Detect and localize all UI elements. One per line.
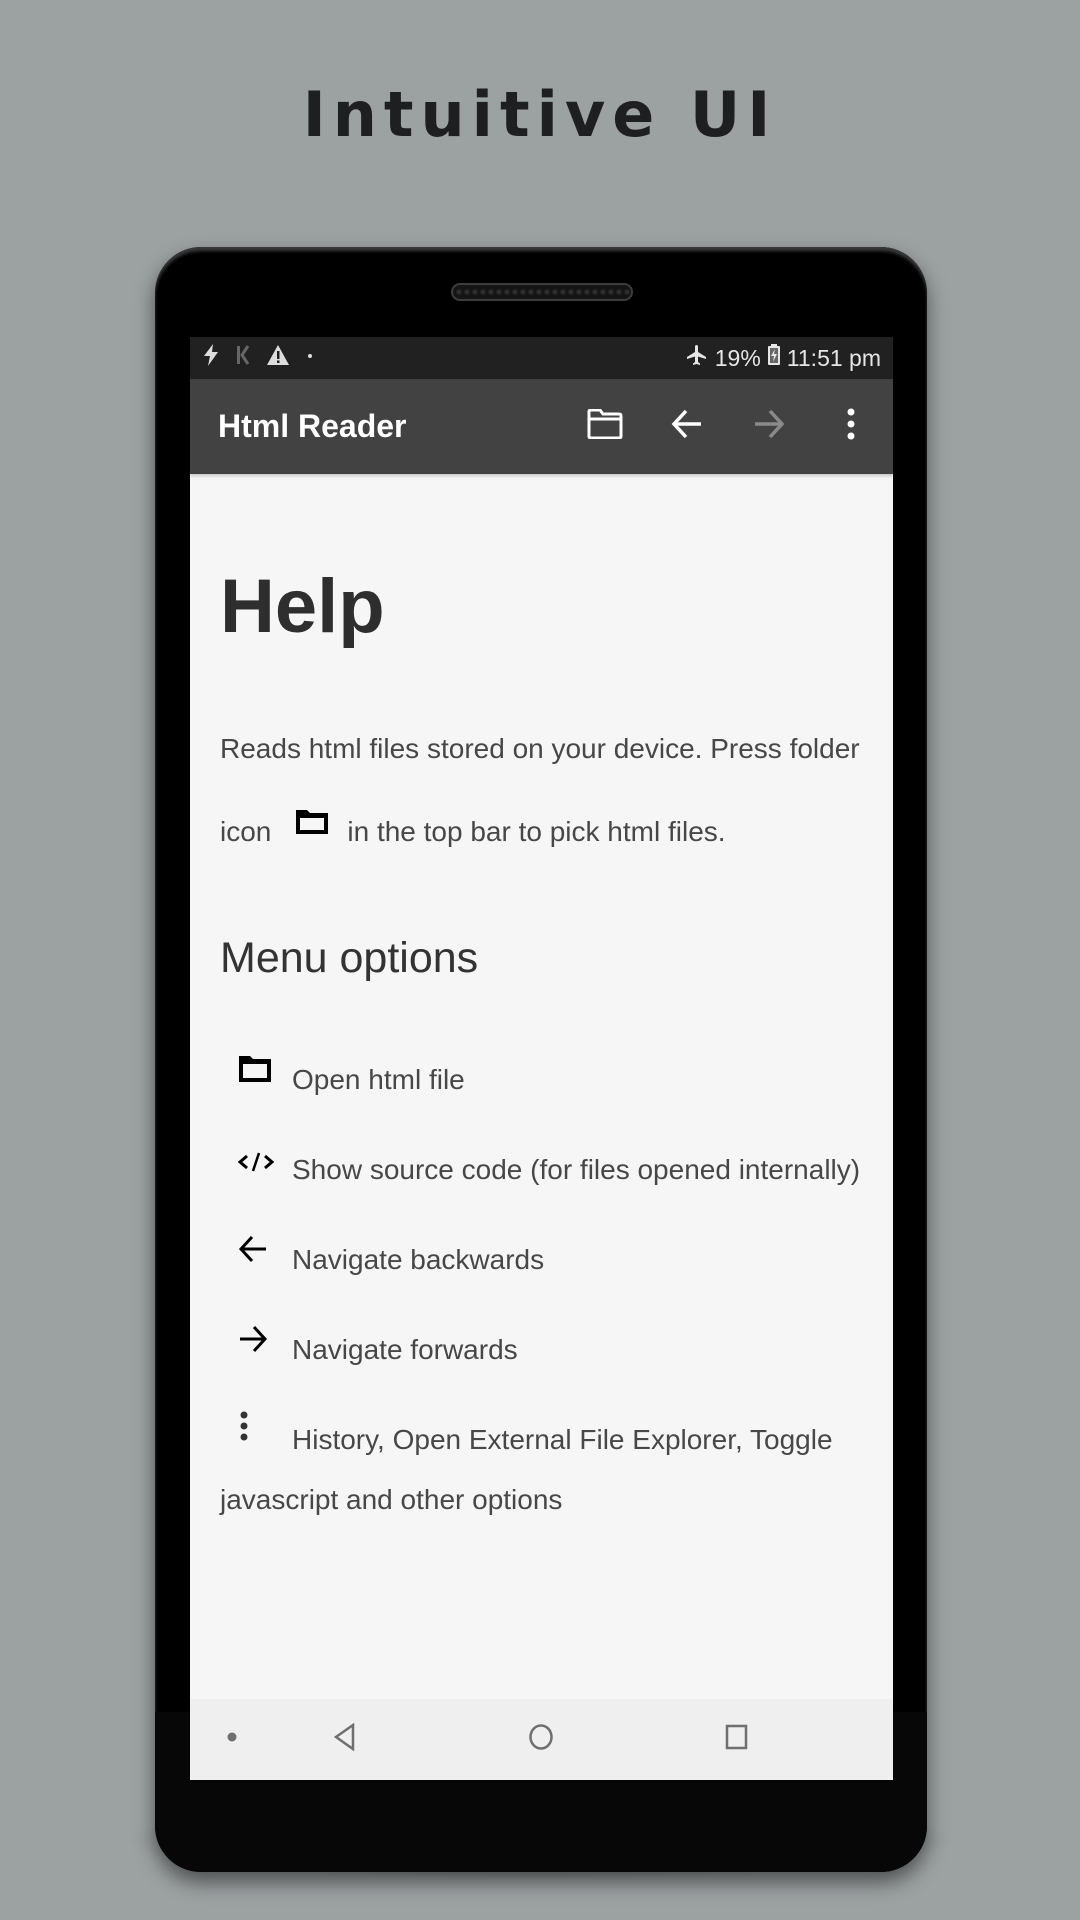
webview-content: Help Reads html files stored on your dev… bbox=[190, 474, 893, 1699]
dot-icon bbox=[306, 344, 314, 372]
arrow-right-icon bbox=[220, 1314, 292, 1374]
system-nav-bar bbox=[190, 1699, 893, 1780]
forward-button[interactable] bbox=[737, 395, 801, 459]
warning-icon bbox=[266, 344, 290, 372]
menu-option-forward: Navigate forwards bbox=[220, 1320, 863, 1380]
promo-title: Intuitive UI bbox=[302, 78, 778, 151]
app-toolbar: Html Reader bbox=[190, 379, 893, 474]
help-heading: Help bbox=[220, 564, 385, 649]
intro-text-after: in the top bar to pick html files. bbox=[347, 816, 726, 847]
dot-icon bbox=[226, 1730, 238, 1748]
folder-icon bbox=[295, 784, 329, 867]
menu-option-open-file: Open html file bbox=[220, 1050, 863, 1110]
k-app-icon bbox=[236, 344, 250, 372]
menu-option-more: History, Open External File Explorer, To… bbox=[220, 1410, 863, 1530]
menu-option-back: Navigate backwards bbox=[220, 1230, 863, 1290]
folder-icon bbox=[587, 408, 623, 444]
menu-option-source-code: Show source code (for files opened inter… bbox=[220, 1140, 863, 1200]
triangle-back-icon bbox=[333, 1722, 357, 1756]
flash-icon bbox=[202, 344, 220, 372]
square-recents-icon bbox=[725, 1724, 749, 1755]
battery-percent: 19% bbox=[714, 344, 761, 371]
arrow-left-icon bbox=[220, 1224, 292, 1284]
status-bar: 19% 11:51 pm bbox=[190, 337, 893, 379]
nav-dot-button[interactable] bbox=[220, 1727, 244, 1751]
open-folder-button[interactable] bbox=[573, 395, 637, 459]
nav-recents-button[interactable] bbox=[712, 1717, 762, 1761]
intro-paragraph: Reads html files stored on your device. … bbox=[220, 707, 863, 875]
airplane-icon bbox=[685, 343, 709, 373]
app-title: Html Reader bbox=[218, 408, 407, 444]
circle-home-icon bbox=[528, 1723, 554, 1756]
speaker-grille bbox=[451, 283, 633, 301]
more-vert-icon bbox=[845, 408, 857, 445]
menu-option-text: Show source code (for files opened inter… bbox=[292, 1154, 861, 1186]
menu-options-heading: Menu options bbox=[220, 934, 479, 983]
menu-options-list: Open html file Show source code (for fil… bbox=[220, 1050, 863, 1530]
menu-option-text: Open html file bbox=[292, 1064, 465, 1096]
menu-option-text: Navigate backwards bbox=[292, 1244, 545, 1276]
more-vert-icon bbox=[220, 1404, 292, 1464]
arrow-left-icon bbox=[671, 409, 703, 444]
nav-back-button[interactable] bbox=[320, 1717, 370, 1761]
code-icon bbox=[220, 1134, 292, 1194]
back-button[interactable] bbox=[655, 395, 719, 459]
folder-icon bbox=[220, 1044, 292, 1104]
nav-home-button[interactable] bbox=[516, 1717, 566, 1761]
menu-option-text: History, Open External File Explorer, To… bbox=[220, 1424, 833, 1516]
screen: 19% 11:51 pm Html Reader Help Reads html… bbox=[190, 337, 893, 1780]
arrow-right-icon bbox=[753, 409, 785, 444]
overflow-menu-button[interactable] bbox=[819, 395, 883, 459]
battery-charging-icon bbox=[767, 344, 781, 372]
menu-option-text: Navigate forwards bbox=[292, 1334, 518, 1366]
clock: 11:51 pm bbox=[786, 344, 881, 371]
